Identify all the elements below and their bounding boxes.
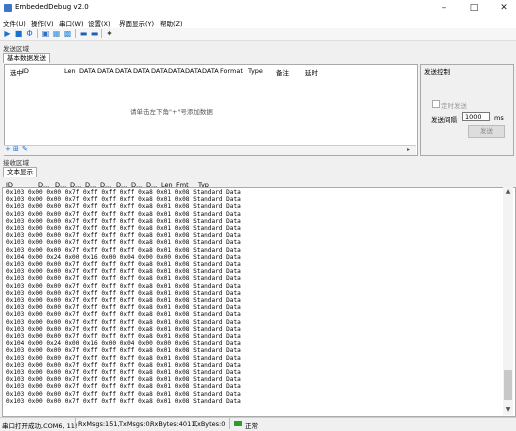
receive-line: 0x103 0x00 0x00 0x7f 0xff 0xff 0xff 0xa8…	[6, 304, 241, 312]
timed-send-checkbox[interactable]	[432, 100, 440, 108]
send-col-id: ID	[22, 67, 29, 75]
send-control-panel	[420, 64, 514, 156]
receive-line: 0x103 0x00 0x00 0x7f 0xff 0xff 0xff 0xa8…	[6, 203, 241, 211]
rx-bytes: RxBytes:4011,	[150, 420, 198, 428]
receive-line: 0x103 0x00 0x00 0x7f 0xff 0xff 0xff 0xa8…	[6, 189, 241, 196]
receive-line: 0x103 0x00 0x00 0x7f 0xff 0xff 0xff 0xa8…	[6, 261, 241, 269]
maximize-button[interactable]: □	[466, 2, 482, 14]
receive-line: 0x103 0x00 0x00 0x7f 0xff 0xff 0xff 0xa8…	[6, 239, 241, 247]
interval-unit: ms	[494, 114, 504, 122]
receive-line: 0x103 0x00 0x00 0x7f 0xff 0xff 0xff 0xa8…	[6, 225, 241, 233]
window-layout-icon[interactable]: ▬	[79, 29, 88, 38]
send-col-len: Len	[64, 67, 76, 75]
port-status: 串口打开成功,COM6, 11!	[2, 422, 78, 430]
send-button[interactable]: 发送	[468, 125, 505, 138]
send-col-type: Type	[248, 67, 263, 75]
send-col-data: DATA	[133, 67, 150, 75]
send-col-data: DATA	[115, 67, 132, 75]
scroll-thumb[interactable]	[504, 370, 512, 400]
menu-serial[interactable]: 串口(W)	[59, 18, 84, 28]
send-col-format: Format	[220, 67, 243, 75]
toolbar	[0, 28, 516, 41]
receive-line: 0x103 0x00 0x00 0x7f 0xff 0xff 0xff 0xa8…	[6, 268, 241, 276]
connection-state: 正常	[245, 422, 258, 430]
send-col-remark: 备注	[276, 69, 289, 77]
send-hint: 请单击左下角"+"号添加数据	[130, 108, 213, 116]
receive-section-label: 接收区域	[3, 159, 29, 167]
receive-line: 0x103 0x00 0x00 0x7f 0xff 0xff 0xff 0xa8…	[6, 311, 241, 319]
receive-line: 0x103 0x00 0x00 0x7f 0xff 0xff 0xff 0xa8…	[6, 318, 241, 326]
receive-log: 0x103 0x00 0x00 0x7f 0xff 0xff 0xff 0xa8…	[6, 189, 494, 417]
menu-operate[interactable]: 操作(V)	[31, 18, 54, 28]
receive-line: 0x104 0x00 0x24 0x00 0x16 0x00 0x04 0x00…	[6, 253, 241, 261]
minimize-button[interactable]: –	[436, 2, 452, 14]
receive-line: 0x103 0x00 0x00 0x7f 0xff 0xff 0xff 0xa8…	[6, 196, 241, 204]
add-many-icon[interactable]: ⊞	[13, 146, 19, 153]
scroll-down-icon[interactable]: ▼	[504, 406, 512, 414]
receive-line: 0x104 0x00 0x24 0x00 0x16 0x00 0x04 0x00…	[6, 340, 241, 348]
app-icon	[4, 4, 12, 12]
menu-file[interactable]: 文件(U)	[3, 18, 26, 28]
tx-bytes: TxBytes:0	[193, 420, 226, 428]
toolbar-separator	[37, 29, 38, 38]
menu-settings[interactable]: 设置(X)	[88, 18, 111, 28]
scroll-up-icon[interactable]: ▲	[504, 188, 512, 196]
save-icon[interactable]: ▦	[52, 29, 61, 38]
send-col-data: DATA	[202, 67, 219, 75]
play-icon[interactable]: ▶	[3, 29, 12, 38]
panel-layout-icon[interactable]: ▬	[90, 29, 99, 38]
stop-icon[interactable]: ■	[14, 29, 23, 38]
toolbar-separator	[75, 29, 76, 38]
tx-msgs: TxMsgs:0,	[119, 420, 152, 428]
export-icon[interactable]: ▩	[63, 29, 72, 38]
menu-display[interactable]: 界面显示(Y)	[119, 18, 154, 28]
receive-line: 0x103 0x00 0x00 0x7f 0xff 0xff 0xff 0xa8…	[6, 369, 241, 377]
status-separator	[75, 418, 76, 429]
add-row-icon[interactable]: +	[5, 146, 11, 153]
receive-line: 0x103 0x00 0x00 0x7f 0xff 0xff 0xff 0xa8…	[6, 297, 241, 305]
receive-line: 0x103 0x00 0x00 0x7f 0xff 0xff 0xff 0xa8…	[6, 275, 241, 283]
send-control-title: 发送控制	[424, 68, 450, 76]
close-button[interactable]: ✕	[496, 2, 512, 14]
antenna-icon[interactable]: Φ	[25, 29, 34, 38]
send-col-data: DATA	[168, 67, 185, 75]
send-col-data: DATA	[151, 67, 168, 75]
pin-icon[interactable]: ✦	[105, 29, 114, 38]
receive-line: 0x103 0x00 0x00 0x7f 0xff 0xff 0xff 0xa8…	[6, 246, 241, 254]
edit-icon[interactable]: ✎	[22, 146, 28, 153]
receive-line: 0x103 0x00 0x00 0x7f 0xff 0xff 0xff 0xa8…	[6, 361, 241, 369]
send-col-data: DATA	[79, 67, 96, 75]
receive-line: 0x103 0x00 0x00 0x7f 0xff 0xff 0xff 0xa8…	[6, 333, 241, 341]
receive-line: 0x103 0x00 0x00 0x7f 0xff 0xff 0xff 0xa8…	[6, 325, 241, 333]
receive-line: 0x103 0x00 0x00 0x7f 0xff 0xff 0xff 0xa8…	[6, 217, 241, 225]
receive-line: 0x103 0x00 0x00 0x7f 0xff 0xff 0xff 0xa8…	[6, 397, 241, 405]
tab-text-display[interactable]: 文本显示	[3, 167, 37, 177]
grid-toolbar	[4, 145, 416, 155]
receive-line: 0x103 0x00 0x00 0x7f 0xff 0xff 0xff 0xa8…	[6, 289, 241, 297]
interval-input[interactable]: 1000	[462, 112, 490, 121]
rx-msgs: RxMsgs:151,	[78, 420, 120, 428]
receive-line: 0x103 0x00 0x00 0x7f 0xff 0xff 0xff 0xa8…	[6, 232, 241, 240]
tab-basic-send[interactable]: 基本数据发送	[3, 53, 50, 63]
receive-line: 0x103 0x00 0x00 0x7f 0xff 0xff 0xff 0xa8…	[6, 383, 241, 391]
send-col-delay: 延时	[305, 69, 318, 77]
receive-line: 0x103 0x00 0x00 0x7f 0xff 0xff 0xff 0xa8…	[6, 282, 241, 290]
open-folder-icon[interactable]: ▣	[41, 29, 50, 38]
send-section-label: 发送区域	[3, 45, 29, 53]
receive-line: 0x103 0x00 0x00 0x7f 0xff 0xff 0xff 0xa8…	[6, 347, 241, 355]
receive-line: 0x103 0x00 0x00 0x7f 0xff 0xff 0xff 0xa8…	[6, 210, 241, 218]
send-col-data: DATA	[97, 67, 114, 75]
menu-help[interactable]: 帮助(Z)	[160, 18, 183, 28]
scroll-right-icon[interactable]: ▸	[407, 146, 410, 153]
send-col-data: DATA	[185, 67, 202, 75]
status-separator	[229, 418, 230, 429]
interval-label: 发送间隔	[431, 116, 457, 124]
receive-line: 0x103 0x00 0x00 0x7f 0xff 0xff 0xff 0xa8…	[6, 376, 241, 384]
toolbar-separator	[101, 29, 102, 38]
window-title: EmbededDebug v2.0	[15, 3, 89, 11]
receive-line: 0x103 0x00 0x00 0x7f 0xff 0xff 0xff 0xa8…	[6, 354, 241, 362]
timed-send-label: 定时发送	[441, 102, 467, 110]
status-led-icon	[234, 421, 242, 426]
receive-line: 0x103 0x00 0x00 0x7f 0xff 0xff 0xff 0xa8…	[6, 390, 241, 398]
